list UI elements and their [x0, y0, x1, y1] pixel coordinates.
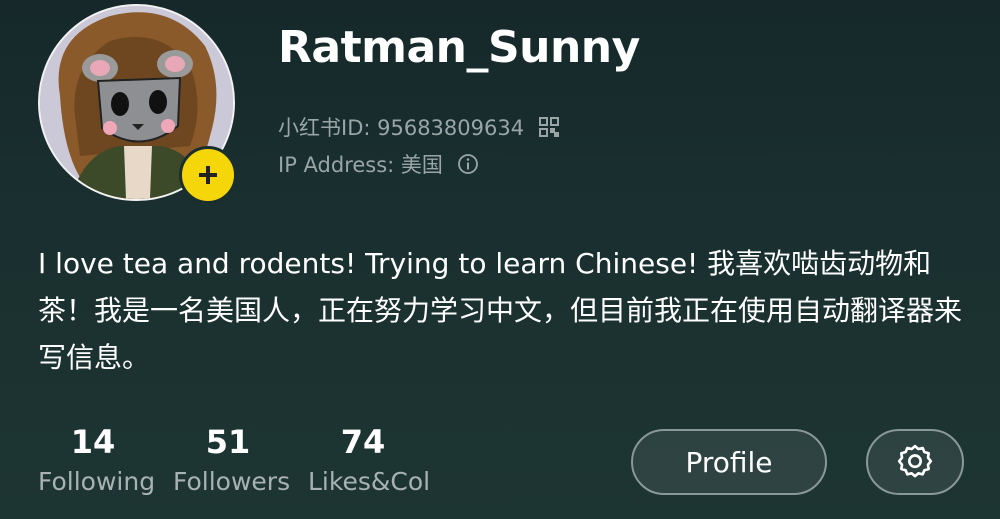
stat-followers[interactable]: 51 Followers [173, 422, 291, 502]
username: Ratman_Sunny [278, 22, 640, 73]
stat-following[interactable]: 14 Following [38, 422, 156, 502]
add-avatar-button[interactable] [179, 146, 237, 204]
qr-code-icon[interactable] [538, 116, 560, 138]
add-icon [199, 166, 217, 184]
stat-label: Likes&Col [308, 467, 431, 496]
ip-address-row: IP Address: 美国 [278, 149, 479, 179]
user-id-text: 小红书ID: 95683809634 [278, 116, 525, 140]
gear-icon [897, 444, 933, 478]
user-id-row: 小红书ID: 95683809634 [278, 112, 560, 142]
settings-button[interactable] [866, 429, 964, 495]
stat-label: Followers [173, 467, 291, 496]
edit-profile-label: Profile [685, 445, 773, 479]
stat-value: 14 [70, 423, 116, 461]
stat-value: 74 [340, 423, 386, 461]
info-icon[interactable] [457, 153, 479, 175]
stat-label: Following [38, 467, 156, 496]
stat-likes-collections[interactable]: 74 Likes&Col [308, 422, 431, 502]
bio-text: I love tea and rodents! Trying to learn … [38, 247, 963, 374]
edit-profile-button[interactable]: Profile [631, 429, 827, 495]
ip-address-text: IP Address: 美国 [278, 153, 443, 177]
avatar-container[interactable] [38, 4, 237, 204]
stat-value: 51 [205, 423, 251, 461]
